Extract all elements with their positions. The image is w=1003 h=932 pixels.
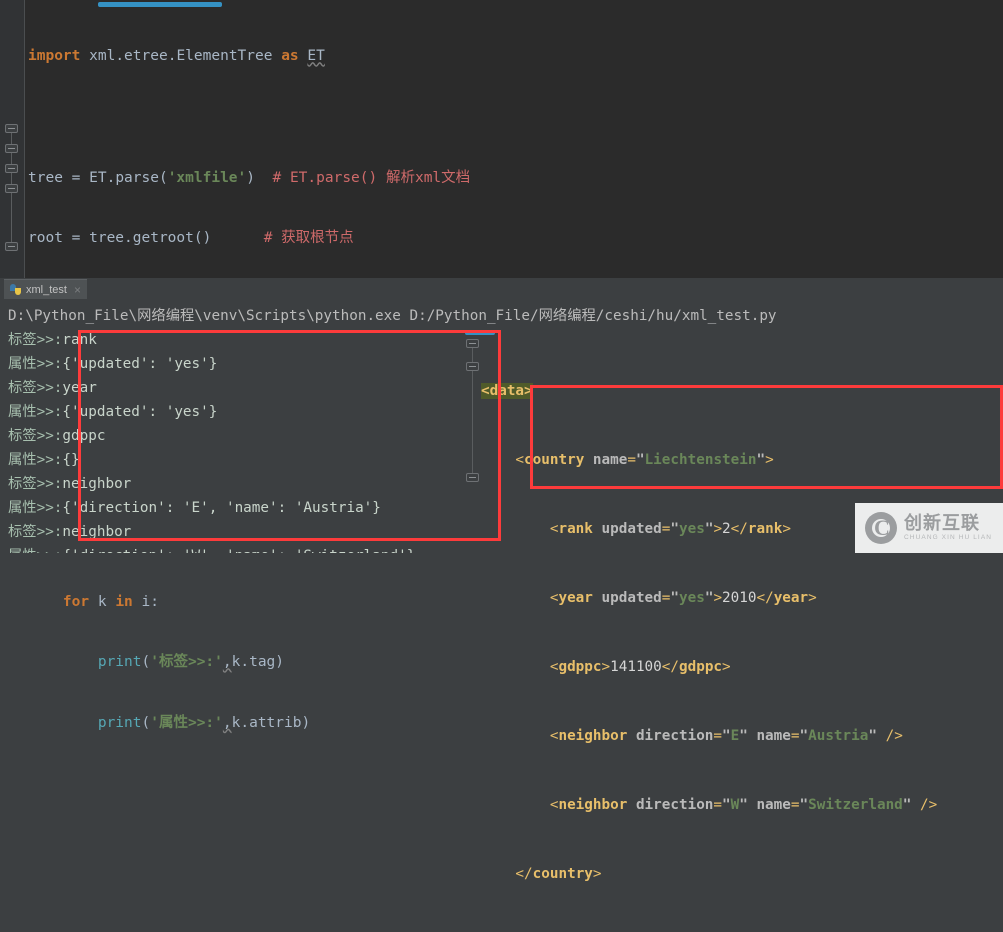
code-line-3: tree = ET.parse('xmlfile') # ET.parse() …: [28, 169, 471, 186]
xml-line-4: <year updated="yes">2010</year>: [481, 590, 817, 606]
xml-fold-marker-country-end[interactable]: [466, 473, 479, 482]
xml-panel-gutter[interactable]: [459, 330, 479, 525]
console-row-8-label: 属性>>:: [8, 500, 63, 516]
fold-marker-block-end[interactable]: [5, 242, 18, 251]
code-line-4: root = tree.getroot() # 获取根节点: [28, 230, 354, 247]
console-row-7: 标签>>:neighbor: [8, 472, 131, 496]
xml-line-1: <data>: [481, 383, 533, 399]
run-tab-label: xml_test: [26, 283, 67, 296]
console-row-2: 属性>>:{'updated': 'yes'}: [8, 352, 217, 376]
xml-code-area[interactable]: <data> <country name="Liechtenstein"> <r…: [481, 334, 1001, 932]
xml-fold-marker-country[interactable]: [466, 362, 479, 371]
watermark-en-label: CHUANG XIN HU LIAN: [904, 534, 993, 542]
console-row-4: 属性>>:{'updated': 'yes'}: [8, 400, 217, 424]
console-row-10-value: {'direction': 'W', 'name': 'Switzerland'…: [62, 548, 415, 553]
console-row-9-value: neighbor: [62, 524, 132, 540]
console-row-6: 属性>>:{}: [8, 448, 80, 472]
fold-marker-for-loop[interactable]: [5, 124, 18, 133]
fold-marker-inner-for[interactable]: [5, 184, 18, 193]
console-row-4-label: 属性>>:: [8, 404, 63, 420]
watermark-logo-icon: [865, 512, 897, 544]
watermark: 创新互联 CHUANG XIN HU LIAN: [855, 503, 1003, 553]
console-row-5-label: 标签>>:: [8, 428, 63, 444]
console-row-1-label: 标签>>:: [8, 332, 63, 348]
xml-fold-marker-data[interactable]: [466, 339, 479, 348]
watermark-cn-label: 创新互联: [904, 513, 980, 534]
console-row-2-value: {'updated': 'yes'}: [62, 356, 218, 372]
console-row-3: 标签>>:year: [8, 376, 97, 400]
code-line-1: import xml.etree.ElementTree as ET: [28, 48, 325, 65]
fold-marker-comment-2[interactable]: [5, 164, 18, 173]
code-editor[interactable]: import xml.etree.ElementTree as ET tree …: [0, 0, 1003, 731]
console-row-7-label: 标签>>:: [8, 476, 63, 492]
console-row-1: 标签>>:rank: [8, 328, 97, 352]
console-command-line: D:\Python_File\网络编程\venv\Scripts\python.…: [8, 308, 777, 324]
xml-source-panel[interactable]: <data> <country name="Liechtenstein"> <r…: [455, 330, 1003, 882]
xml-line-2: <country name="Liechtenstein">: [481, 452, 774, 468]
console-row-9: 标签>>:neighbor: [8, 520, 131, 544]
console-row-4-value: {'updated': 'yes'}: [62, 404, 218, 420]
console-row-2-label: 属性>>:: [8, 356, 63, 372]
console-row-3-label: 标签>>:: [8, 380, 63, 396]
console-row-9-label: 标签>>:: [8, 524, 63, 540]
screenshot-root: import xml.etree.ElementTree as ET tree …: [0, 0, 1003, 882]
console-row-8: 属性>>:{'direction': 'E', 'name': 'Austria…: [8, 496, 381, 520]
console-row-10-label: 属性>>:: [8, 548, 62, 553]
python-file-icon: [10, 284, 21, 295]
close-icon[interactable]: ×: [74, 283, 81, 297]
console-row-5-value: gdppc: [62, 428, 106, 444]
console-row-3-value: year: [62, 380, 97, 396]
console-row-7-value: neighbor: [62, 476, 132, 492]
console-row-8-value: {'direction': 'E', 'name': 'Austria'}: [62, 500, 381, 516]
xml-line-8: </country>: [481, 866, 602, 882]
watermark-text: 创新互联 CHUANG XIN HU LIAN: [904, 514, 992, 542]
xml-line-5: <gdppc>141100</gdppc>: [481, 659, 731, 675]
run-tab-xml-test[interactable]: xml_test ×: [4, 279, 87, 299]
console-row-6-label: 属性>>:: [8, 452, 63, 468]
fold-marker-comment-1[interactable]: [5, 144, 18, 153]
xml-line-7: <neighbor direction="W" name="Switzerlan…: [481, 797, 938, 813]
console-row-5: 标签>>:gdppc: [8, 424, 105, 448]
console-row-6-value: {}: [62, 452, 80, 468]
console-row-1-value: rank: [62, 332, 97, 348]
console-row-10: 属性>>:{'direction': 'W', 'name': 'Switzer…: [8, 544, 415, 553]
run-tab-strip: xml_test ×: [0, 278, 1003, 300]
xml-line-6: <neighbor direction="E" name="Austria" /…: [481, 728, 903, 744]
editor-gutter[interactable]: [0, 0, 25, 278]
